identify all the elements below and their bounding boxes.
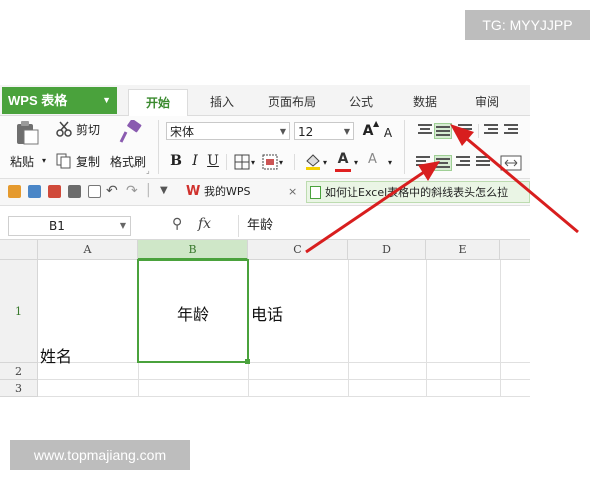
arrowhead [418, 161, 440, 181]
arrow-to-align-middle [459, 131, 579, 234]
arrow-to-align-center [305, 166, 431, 254]
watermark-bottom: www.topmajiang.com [10, 440, 190, 470]
annotation-arrows [305, 124, 579, 254]
